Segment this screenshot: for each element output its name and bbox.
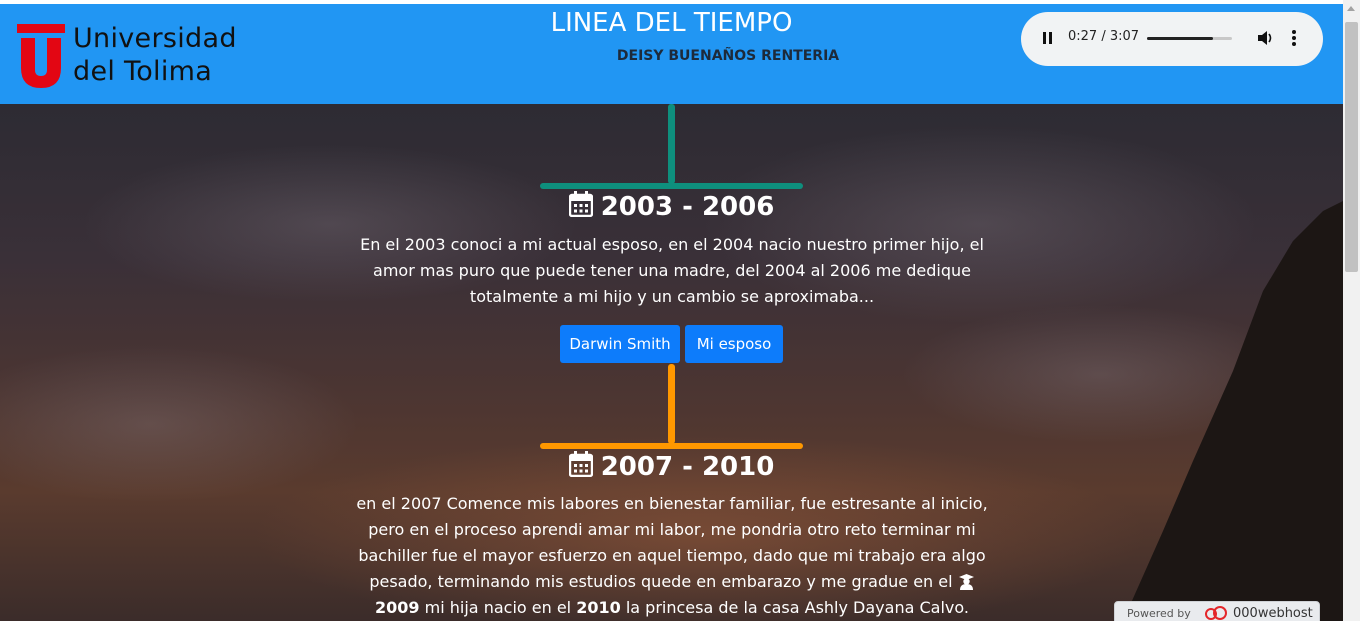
timeline-text-1: En el 2003 conoci a mi actual esposo, en… (360, 235, 984, 306)
year-heading-2: 2007 - 2010 (0, 451, 1343, 482)
audio-seek-bar[interactable] (1147, 37, 1232, 40)
timeline-bar-2 (540, 443, 803, 449)
page-scrollbar[interactable] (1343, 0, 1360, 621)
year-range-1: 2003 - 2006 (600, 192, 775, 222)
graduation-year: 2009 (375, 598, 420, 617)
timeline-bar-1 (540, 183, 803, 189)
mi-esposo-button[interactable]: Mi esposo (685, 325, 783, 363)
graduate-icon (958, 574, 974, 590)
darwin-smith-button[interactable]: Darwin Smith (560, 325, 680, 363)
year-range-2: 2007 - 2010 (600, 452, 775, 482)
timeline-text-2c: la princesa de la casa Ashly Dayana Calv… (625, 598, 969, 617)
mountain-silhouette (1123, 201, 1343, 621)
webhost-logo-icon (1205, 606, 1227, 620)
timeline-connector-1 (668, 104, 675, 184)
audio-time: 0:27 / 3:07 (1068, 29, 1140, 44)
more-options-icon[interactable] (1291, 29, 1297, 47)
calendar-icon (568, 191, 593, 217)
timeline-connector-2 (668, 364, 675, 444)
timeline-text-2a: en el 2007 Comence mis labores en bienes… (356, 494, 988, 591)
calendar-icon (568, 451, 593, 477)
volume-icon[interactable] (1256, 29, 1274, 47)
year-heading-1: 2003 - 2006 (0, 191, 1343, 222)
timeline-text-2: en el 2007 Comence mis labores en bienes… (346, 491, 998, 621)
badge-powered-label: Powered by (1127, 607, 1191, 620)
scrollbar-thumb[interactable] (1345, 22, 1358, 272)
audio-progress-fill (1147, 37, 1214, 40)
top-header: Universidad del Tolima LINEA DEL TIEMPO … (0, 4, 1343, 104)
audio-player: 0:27 / 3:07 (1021, 12, 1323, 66)
daughter-birth-year: 2010 (576, 598, 621, 617)
scroll-up-icon[interactable] (1347, 6, 1355, 11)
badge-host-name: 000webhost (1233, 606, 1313, 621)
pause-icon[interactable] (1043, 32, 1053, 46)
timeline-text-2b: mi hija nacio en el (424, 598, 572, 617)
webhost-badge[interactable]: Powered by 000webhost (1114, 601, 1320, 621)
